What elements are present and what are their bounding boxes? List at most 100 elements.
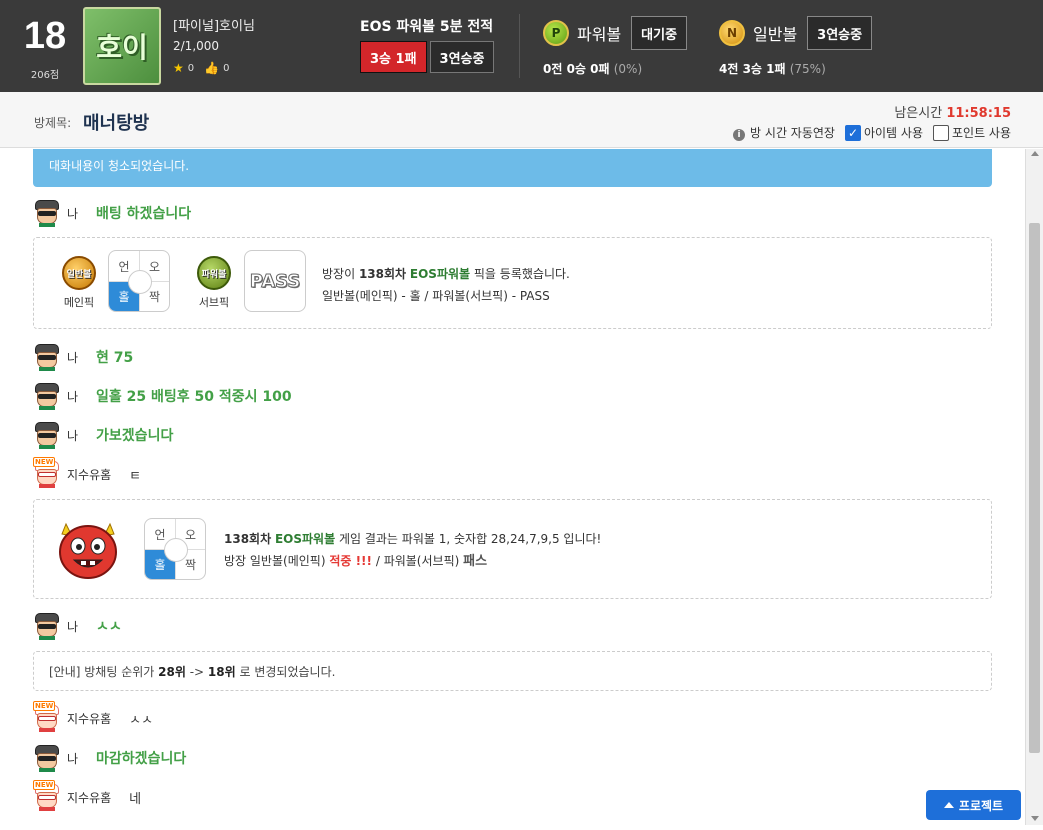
chat-message: 나 가보겠습니다 (33, 421, 173, 449)
newbie-avatar-icon[interactable]: NEW (33, 780, 61, 811)
member-count: 2/1,000 (173, 39, 220, 53)
generalball-record-text: 4전 3승 1패 (719, 62, 786, 76)
checkbox-unchecked-icon[interactable] (932, 124, 949, 141)
user-avatar-icon[interactable] (33, 343, 61, 371)
auto-extend-option[interactable]: i 방 시간 자동연장 (733, 124, 835, 141)
general-ball-icon: 일반볼 (62, 256, 96, 290)
user-avatar-icon[interactable] (33, 199, 61, 227)
pick-game-name: EOS파워볼 (409, 267, 471, 281)
scrollbar-thumb[interactable] (1029, 223, 1040, 753)
chat-sender[interactable]: 나 (67, 349, 78, 366)
chat-text: ㅅㅅ (129, 712, 154, 728)
powerball-label: 파워볼 (577, 25, 622, 44)
item-use-label: 아이템 사용 (863, 126, 923, 140)
chat-message: NEW 지수유홈 ㅅㅅ (33, 701, 154, 732)
room-title-label: 방제목: (34, 116, 72, 130)
result-line-2: 방장 일반볼(메인픽) 적중 !!! / 파워볼(서브픽) 패스 (224, 550, 601, 573)
sub-pick: 파워볼 서브픽 (197, 256, 231, 310)
chat-sender[interactable]: 나 (67, 750, 78, 767)
new-tag: NEW (33, 457, 56, 467)
remaining-time-label: 남은시간 (894, 106, 943, 121)
grid-center-dot (164, 538, 188, 562)
scroll-up-arrow-icon[interactable] (1031, 151, 1039, 156)
pick-description: 방장이 138회차 EOS파워볼 픽을 등록했습니다. 일반볼(메인픽) - 홀… (322, 263, 570, 307)
remaining-time: 남은시간 11:58:15 (894, 102, 1011, 121)
new-tag: NEW (33, 701, 56, 711)
result-line-1: 138회차 EOS파워볼 게임 결과는 파워볼 1, 숫자합 28,24,7,9… (224, 528, 601, 550)
avatar-text: 호이 (96, 31, 148, 64)
thumbs-up-icon: 👍 (204, 61, 220, 75)
star-count: 0 (187, 62, 195, 74)
devil-mascot-icon (59, 522, 117, 579)
pick-line-1-pre: 방장이 (322, 267, 359, 281)
project-button-label: 프로젝트 (958, 798, 1004, 813)
generalball-label: 일반볼 (753, 25, 798, 44)
sub-pick-caption: 서브픽 (198, 296, 230, 309)
chat-scrollbar[interactable] (1025, 149, 1043, 825)
chat-message: 나 현 75 (33, 343, 133, 371)
result-pass: 패스 (463, 554, 488, 569)
generalball-summary: N 일반볼 3연승중 4전 3승 1패 (75%) (719, 16, 873, 77)
main-pick: 일반볼 메인픽 (62, 256, 96, 310)
user-avatar-icon[interactable] (33, 612, 61, 640)
powerball-record: 0전 0승 0패 (0%) (543, 60, 687, 77)
room-bar: 방제목: 매너탕방 남은시간 11:58:15 i 방 시간 자동연장 ✓ 아이템… (0, 92, 1043, 148)
newbie-avatar-icon[interactable]: NEW (33, 457, 61, 488)
main-pick-caption: 메인픽 (63, 296, 95, 309)
generalball-status-badge: 3연승중 (807, 16, 873, 50)
result-round: 138회차 (224, 532, 272, 546)
eos-record-badges: 3승 1패 3연승중 (360, 41, 495, 73)
chat-sender[interactable]: 나 (67, 205, 78, 222)
new-tag: NEW (33, 780, 56, 790)
rank-from: 28위 (158, 665, 186, 679)
newbie-avatar-icon[interactable]: NEW (33, 701, 61, 732)
point-use-checkbox[interactable]: 포인트 사용 (932, 124, 1011, 141)
rank-points: 206점 (30, 70, 60, 81)
nickname[interactable]: [파이널]호이님 (173, 15, 255, 34)
auto-extend-label: 방 시간 자동연장 (750, 126, 835, 140)
chat-message: 나 배팅 하겠습니다 (33, 199, 191, 227)
result-description: 138회차 EOS파워볼 게임 결과는 파워볼 1, 숫자합 28,24,7,9… (224, 528, 601, 573)
chat-sender[interactable]: 지수유홈 (67, 466, 111, 483)
user-avatar-icon[interactable] (33, 421, 61, 449)
main-pick-grid: 언 오 홀 짝 (108, 250, 170, 312)
rank-change-notice: [안내] 방채팅 순위가 28위 -> 18위 로 변경되었습니다. (33, 651, 992, 691)
user-avatar-icon[interactable] (33, 744, 61, 772)
grid-center-dot (128, 270, 152, 294)
point-use-label: 포인트 사용 (951, 126, 1011, 140)
rank-notice-pre: [안내] 방채팅 순위가 (49, 665, 159, 679)
power-ball-icon: 파워볼 (197, 256, 231, 290)
chat-sender[interactable]: 나 (67, 388, 78, 405)
eos-record-badge: 3승 1패 (360, 41, 427, 73)
chat-message: 나 마감하겠습니다 (33, 744, 186, 772)
user-stats: ★ 0 👍 0 (173, 61, 229, 75)
pick-line-2: 일반볼(메인픽) - 홀 / 파워볼(서브픽) - PASS (322, 289, 550, 303)
generalball-record-pct: (75%) (789, 62, 826, 76)
chat-sender[interactable]: 지수유홈 (67, 710, 111, 727)
chat-sender[interactable]: 나 (67, 618, 78, 635)
chat-text: 배팅 하겠습니다 (96, 206, 192, 222)
chat-text: ㅌ (129, 468, 142, 484)
chat-message: NEW 지수유홈 네 (33, 780, 141, 811)
project-button[interactable]: 프로젝트 (926, 790, 1021, 820)
user-avatar-icon[interactable] (33, 382, 61, 410)
like-count: 0 (223, 62, 230, 74)
pass-text: PASS (249, 270, 301, 292)
chat-sender[interactable]: 지수유홈 (67, 789, 111, 806)
powerball-icon: P (543, 20, 569, 46)
chat-message: 나 일홀 25 배팅후 50 적중시 100 (33, 382, 292, 410)
powerball-summary: P 파워볼 대기중 0전 0승 0패 (0%) (543, 16, 688, 77)
checkbox-checked-icon[interactable]: ✓ (844, 124, 861, 141)
pick-round: 138회차 (358, 267, 407, 281)
item-use-checkbox[interactable]: ✓ 아이템 사용 (844, 124, 923, 141)
avatar[interactable]: 호이 (83, 7, 161, 85)
chat-text: 마감하겠습니다 (96, 751, 187, 767)
scroll-down-arrow-icon[interactable] (1031, 816, 1039, 821)
chat-message: NEW 지수유홈 ㅌ (33, 457, 142, 488)
powerball-status-badge: 대기중 (631, 16, 688, 50)
chat-sender[interactable]: 나 (67, 427, 78, 444)
rank-to: 18위 (207, 665, 236, 679)
eos-streak-badge: 3연승중 (429, 41, 495, 73)
chat-log[interactable]: 대화내용이 청소되었습니다. 나 배팅 하겠습니다 일반볼 메인픽 언 오 홀 … (0, 149, 1025, 825)
result-game-name: EOS파워볼 (274, 532, 336, 546)
